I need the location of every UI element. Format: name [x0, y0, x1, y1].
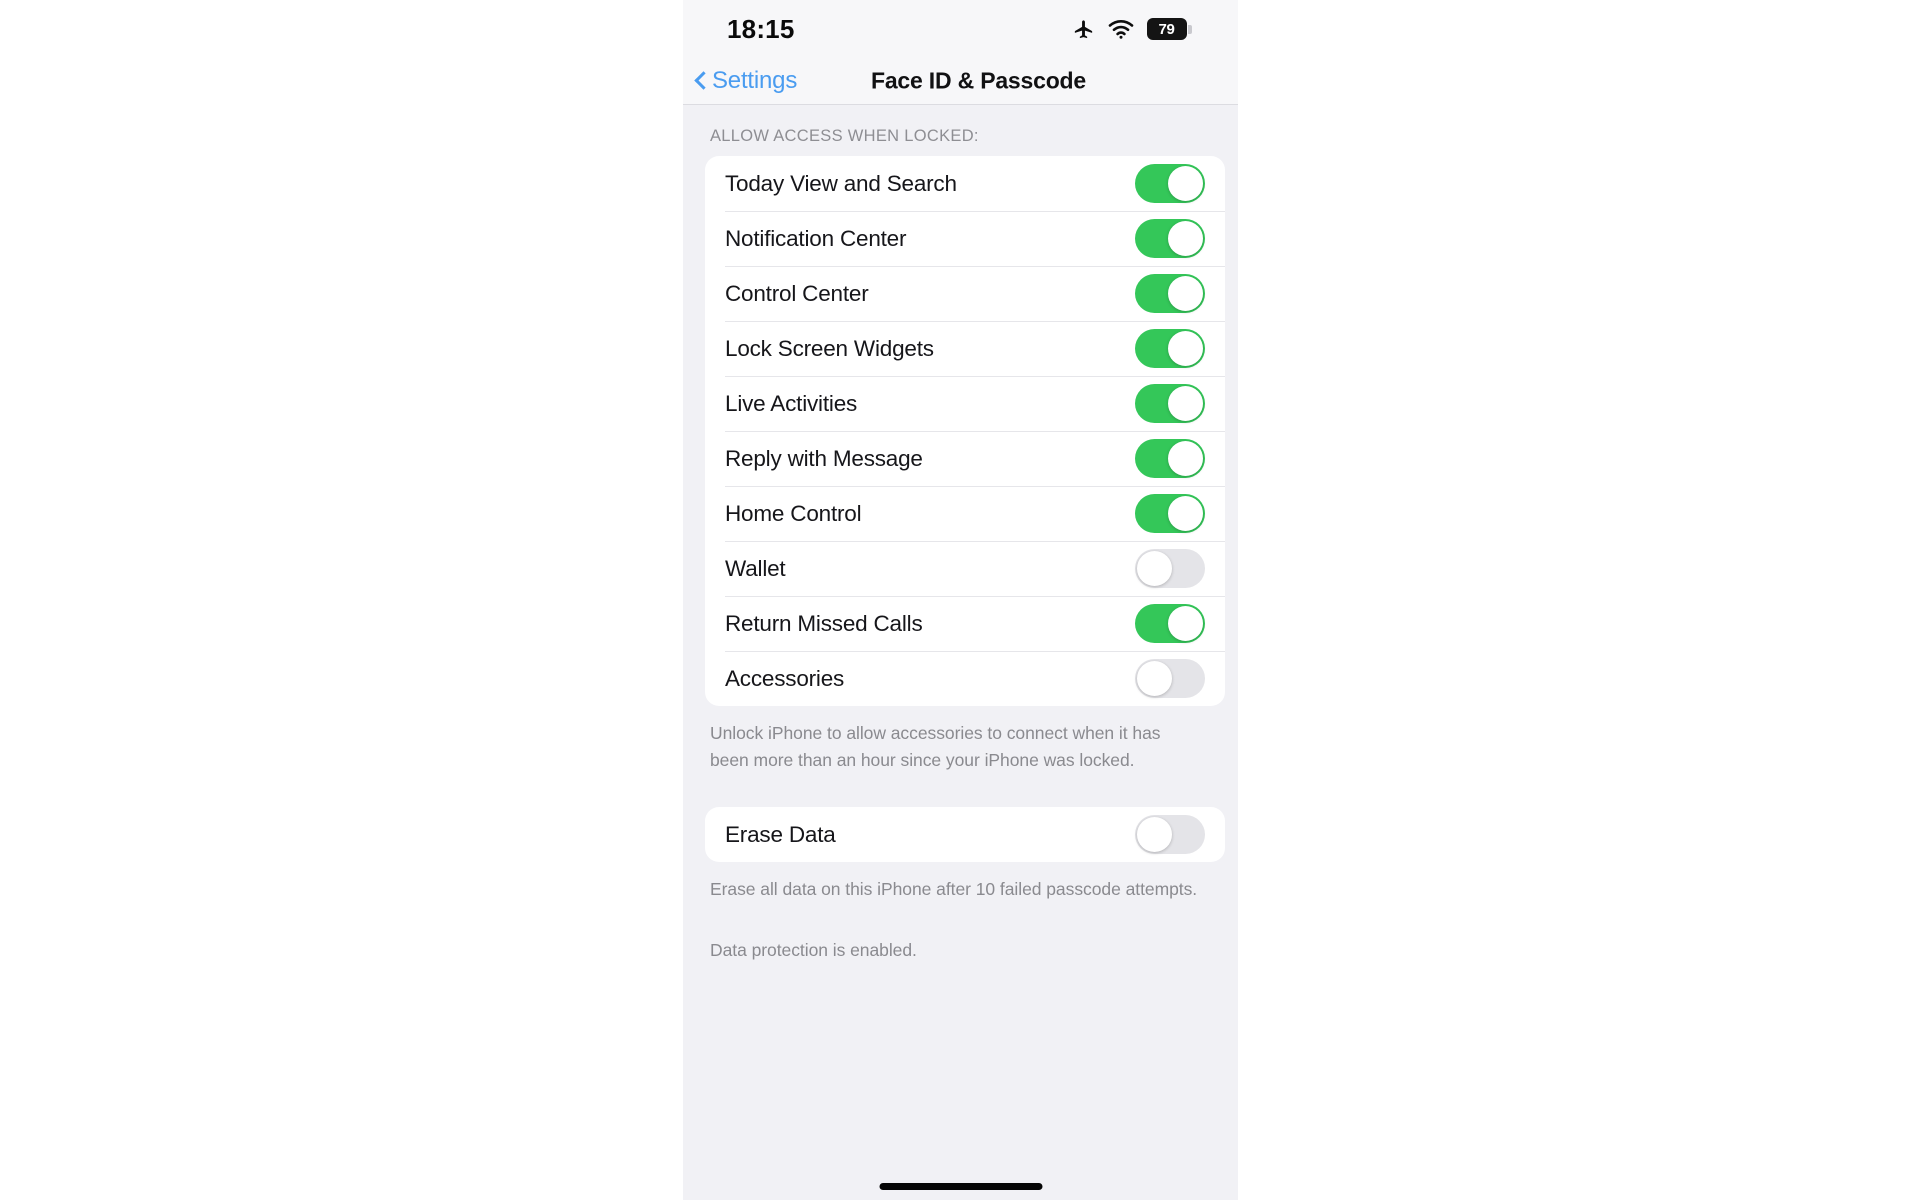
allow-access-row-label: Home Control: [725, 500, 862, 526]
allow-access-row-label: Notification Center: [725, 225, 907, 251]
toggle-knob: [1168, 496, 1203, 531]
toggle-knob: [1168, 331, 1203, 366]
settings-row[interactable]: Control Center: [705, 266, 1225, 321]
airplane-mode-icon: [1072, 18, 1095, 41]
settings-row[interactable]: Today View and Search: [705, 156, 1225, 211]
battery-indicator: 79: [1146, 18, 1192, 40]
toggle-switch[interactable]: [1135, 384, 1205, 423]
wifi-icon: [1108, 19, 1134, 39]
toggle-knob: [1137, 551, 1172, 586]
page-title: Face ID & Passcode: [870, 67, 1086, 94]
settings-row[interactable]: Live Activities: [705, 376, 1225, 431]
toggle-knob: [1137, 817, 1172, 853]
allow-access-row-label: Today View and Search: [725, 170, 957, 196]
allow-access-section-header: ALLOW ACCESS WHEN LOCKED:: [710, 127, 979, 145]
allow-access-row-label: Live Activities: [725, 390, 858, 416]
settings-row[interactable]: Home Control: [705, 486, 1225, 541]
settings-row[interactable]: Return Missed Calls: [705, 596, 1225, 651]
allow-access-row-label: Reply with Message: [725, 445, 923, 471]
toggle-switch[interactable]: [1135, 604, 1205, 643]
settings-row[interactable]: Wallet: [705, 541, 1225, 596]
accessories-footnote: Unlock iPhone to allow accessories to co…: [710, 723, 1161, 770]
data-protection-status: Data protection is enabled.: [710, 939, 917, 960]
settings-row[interactable]: Accessories: [705, 651, 1225, 706]
navigation-bar: Settings Face ID & Passcode: [683, 58, 1238, 105]
settings-row[interactable]: Erase Data: [705, 807, 1225, 862]
allow-access-row-label: Accessories: [725, 665, 845, 691]
battery-percent-label: 79: [1158, 20, 1175, 38]
settings-content: ALLOW ACCESS WHEN LOCKED: Today View and…: [683, 105, 1238, 1200]
allow-access-row-label: Wallet: [725, 555, 786, 581]
allow-access-list: Today View and Search Notification Center…: [705, 156, 1225, 706]
toggle-switch[interactable]: [1135, 274, 1205, 313]
toggle-switch[interactable]: [1135, 329, 1205, 368]
battery-body: 79: [1146, 18, 1187, 40]
settings-row[interactable]: Lock Screen Widgets: [705, 321, 1225, 376]
allow-access-row-label: Lock Screen Widgets: [725, 335, 934, 361]
erase-data-row-label: Erase Data: [725, 821, 836, 847]
screenshot-canvas: 18:15 79 Settings Face ID & Passcode ALL…: [0, 0, 1920, 1200]
status-bar-icons: 79: [1072, 18, 1192, 41]
iphone-screen: 18:15 79 Settings Face ID & Passcode ALL…: [683, 0, 1238, 1200]
toggle-switch[interactable]: [1135, 439, 1205, 478]
toggle-knob: [1168, 606, 1203, 641]
toggle-knob: [1168, 386, 1203, 421]
toggle-knob: [1137, 661, 1172, 696]
erase-data-footnote: Erase all data on this iPhone after 10 f…: [710, 879, 1198, 900]
toggle-switch[interactable]: [1135, 494, 1205, 533]
toggle-knob: [1168, 441, 1203, 476]
battery-cap: [1188, 24, 1192, 34]
status-bar-time: 18:15: [727, 13, 795, 44]
toggle-switch[interactable]: [1135, 164, 1205, 203]
toggle-knob: [1168, 166, 1203, 201]
settings-row[interactable]: Reply with Message: [705, 431, 1225, 486]
settings-row[interactable]: Notification Center: [705, 211, 1225, 266]
status-bar: 18:15 79: [683, 0, 1238, 58]
erase-data-list: Erase Data: [705, 807, 1225, 863]
allow-access-row-label: Return Missed Calls: [725, 610, 923, 636]
footnote-spacer: [683, 903, 1238, 923]
home-indicator[interactable]: [879, 1183, 1042, 1190]
toggle-switch[interactable]: [1135, 815, 1205, 855]
toggle-knob: [1168, 276, 1203, 311]
allow-access-row-label: Control Center: [725, 280, 869, 306]
toggle-switch[interactable]: [1135, 219, 1205, 258]
toggle-switch[interactable]: [1135, 549, 1205, 588]
toggle-knob: [1168, 221, 1203, 256]
toggle-switch[interactable]: [1135, 659, 1205, 698]
